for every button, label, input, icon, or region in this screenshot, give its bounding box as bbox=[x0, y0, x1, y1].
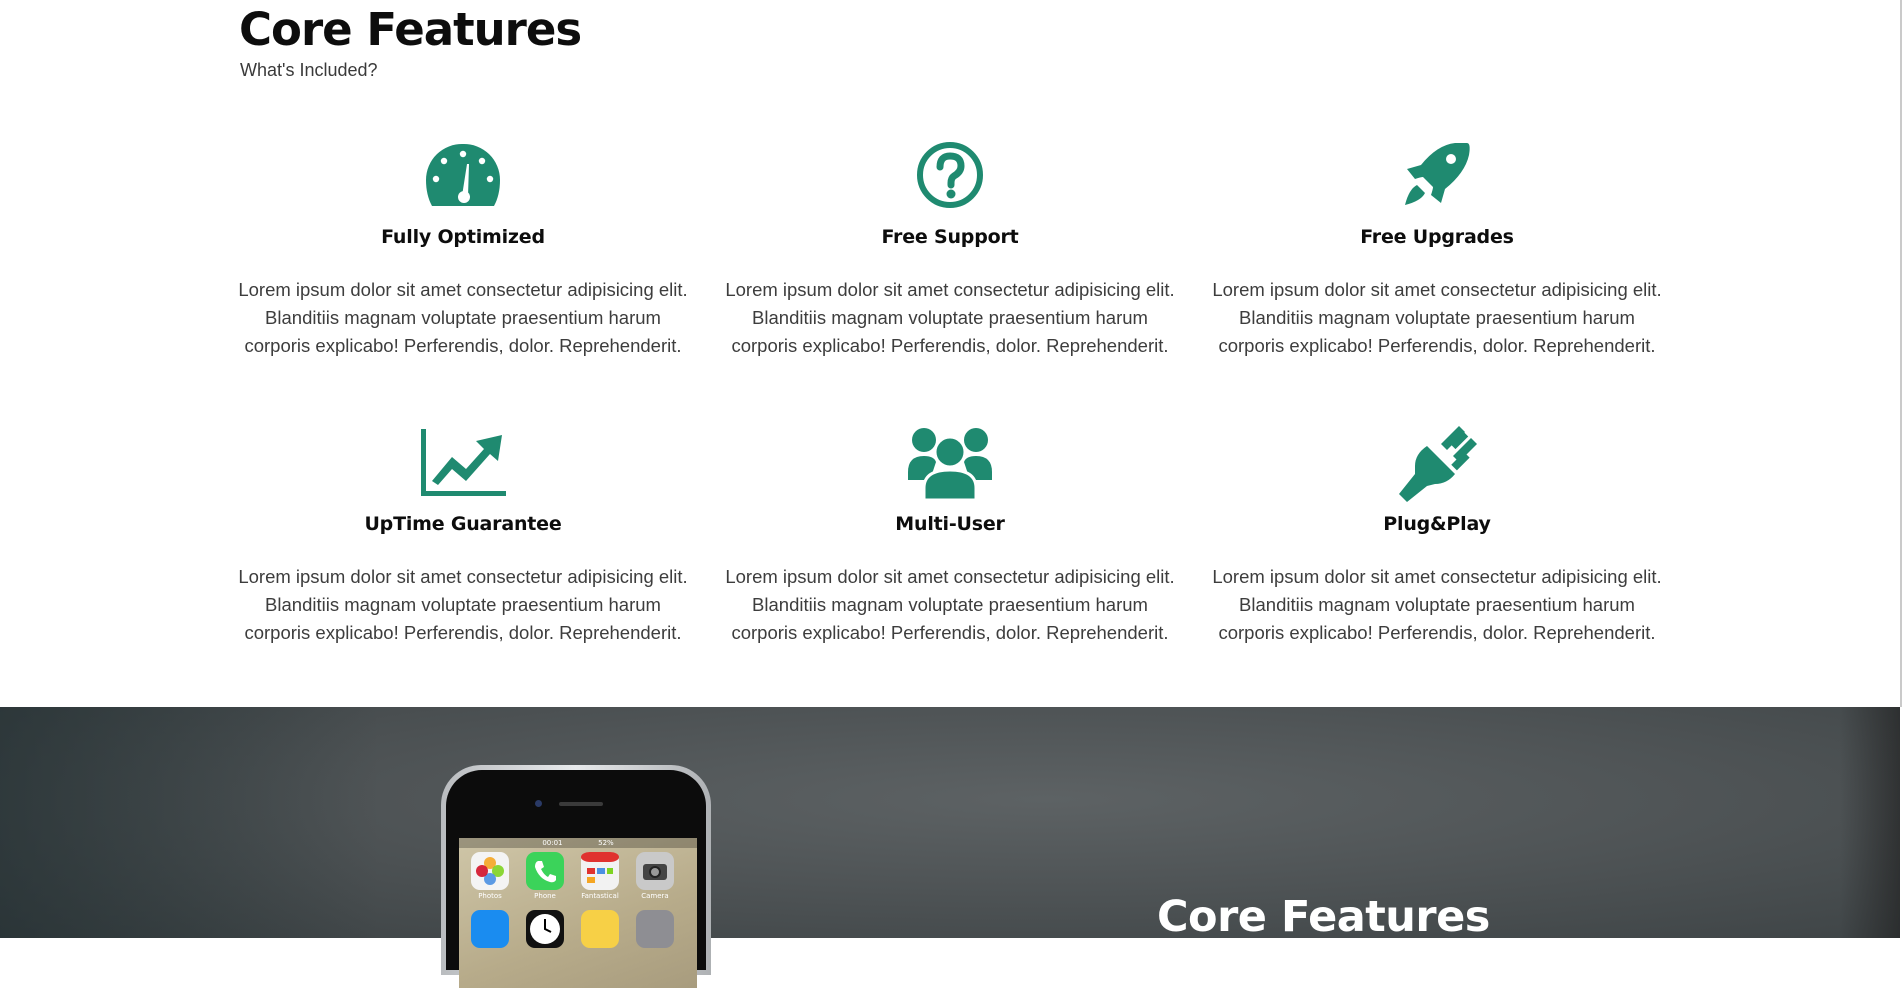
rocket-icon bbox=[1212, 130, 1662, 220]
camera-app-icon bbox=[636, 852, 674, 890]
feature-title: Multi-User bbox=[895, 513, 1005, 535]
app-store-icon bbox=[471, 910, 509, 948]
phone-screen: 00:01 52% Photos Phone Fantastical Camer… bbox=[459, 838, 697, 988]
app-label: Fantastical bbox=[581, 892, 619, 900]
feature-description: Lorem ipsum dolor sit amet consectetur a… bbox=[1212, 566, 1662, 643]
calendar-app-icon bbox=[581, 852, 619, 890]
clock-app-icon bbox=[526, 910, 564, 948]
app-label: Phone bbox=[534, 892, 556, 900]
feature-description: Lorem ipsum dolor sit amet consectetur a… bbox=[1212, 279, 1662, 356]
feature-description: Lorem ipsum dolor sit amet consectetur a… bbox=[725, 279, 1175, 356]
plug-icon bbox=[1212, 417, 1662, 507]
feature-description: Lorem ipsum dolor sit amet consectetur a… bbox=[238, 279, 688, 356]
settings-app-icon bbox=[636, 910, 674, 948]
camera-icon bbox=[535, 800, 542, 807]
status-battery: 52% bbox=[598, 839, 614, 847]
hero-dark-section bbox=[0, 707, 1900, 938]
section-title: Core Features bbox=[239, 3, 582, 56]
phone-status-bar: 00:01 52% bbox=[459, 838, 697, 848]
photos-app-icon bbox=[471, 852, 509, 890]
speedometer-icon bbox=[238, 130, 688, 220]
phone-image: 00:01 52% Photos Phone Fantastical Camer… bbox=[441, 765, 711, 988]
phone-app-icon bbox=[526, 852, 564, 890]
feature-description: Lorem ipsum dolor sit amet consectetur a… bbox=[238, 566, 688, 643]
users-icon bbox=[725, 417, 1175, 507]
feature-title: Free Upgrades bbox=[1360, 226, 1514, 248]
section-subtitle: What's Included? bbox=[240, 60, 378, 80]
feature-title: UpTime Guarantee bbox=[364, 513, 562, 535]
speaker-grille bbox=[559, 802, 603, 806]
status-time: 00:01 bbox=[542, 839, 563, 847]
chart-line-icon bbox=[238, 417, 688, 507]
feature-title: Free Support bbox=[881, 226, 1019, 248]
core-features-section: Core Features What's Included? Fully Opt… bbox=[0, 0, 1900, 707]
app-label: Camera bbox=[641, 892, 669, 900]
feature-description: Lorem ipsum dolor sit amet consectetur a… bbox=[725, 566, 1175, 643]
notes-app-icon bbox=[581, 910, 619, 948]
feature-title: Plug&Play bbox=[1383, 513, 1491, 535]
question-circle-icon bbox=[725, 130, 1175, 220]
feature-title: Fully Optimized bbox=[381, 226, 545, 248]
hero-title: Core Features bbox=[1157, 892, 1490, 942]
app-label: Photos bbox=[478, 892, 502, 900]
